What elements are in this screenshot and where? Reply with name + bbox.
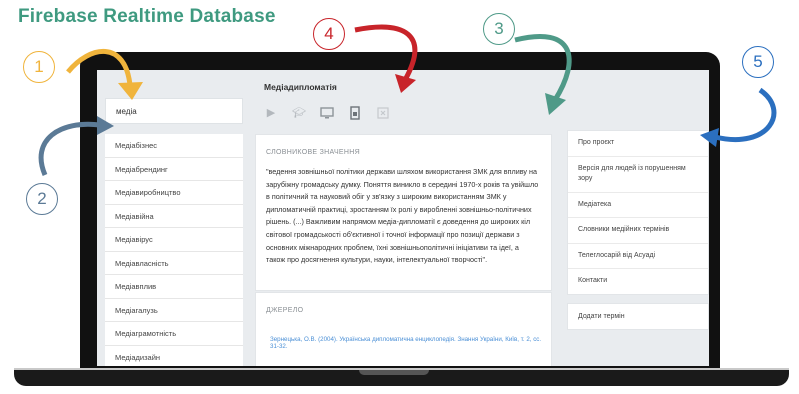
callout-3: 3: [483, 13, 515, 45]
callout-5: 5: [742, 46, 774, 78]
arrow-2: [38, 121, 101, 176]
callout-2: 2: [26, 183, 58, 215]
arrow-5: [714, 87, 777, 142]
arrow-4: [354, 24, 418, 82]
arrow-2-head: [97, 116, 114, 135]
arrow-1-head: [118, 82, 143, 100]
callout-4: 4: [313, 18, 345, 50]
arrow-3: [514, 33, 572, 102]
arrow-5-head: [700, 128, 719, 147]
callout-1: 1: [23, 51, 55, 83]
callout-arrows: [38, 24, 777, 176]
arrow-1: [66, 48, 133, 86]
